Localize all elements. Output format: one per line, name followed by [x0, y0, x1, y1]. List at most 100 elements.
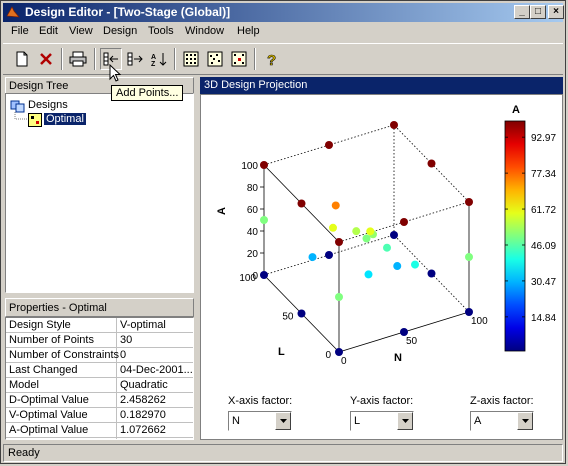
z-tick-label: 40: [247, 227, 259, 238]
doe-space-filling-icon[interactable]: [204, 48, 226, 70]
toolbar-separator: [174, 48, 176, 70]
data-point: [335, 238, 343, 246]
data-point: [465, 308, 473, 316]
data-point: [325, 251, 333, 259]
svg-text:Z: Z: [151, 61, 156, 67]
property-value: 04-Dec-2001...: [120, 364, 192, 376]
property-key: Number of Constraints: [9, 349, 120, 361]
menu-file[interactable]: File: [11, 25, 29, 37]
property-key: A-Optimal Value: [9, 424, 89, 436]
y-factor-select[interactable]: L: [350, 411, 414, 431]
table-row: V-Optimal Value 0.182970: [6, 408, 193, 423]
colorbar: A 92.97 77.34 61.72 46.09 30.47 14.84: [504, 104, 556, 352]
axis-ticks: 100806040200100500050100AL N: [216, 161, 488, 367]
data-point: [364, 270, 373, 279]
close-button[interactable]: ×: [548, 5, 564, 19]
data-point: [308, 253, 317, 262]
data-point: [383, 243, 391, 252]
chevron-down-icon[interactable]: [517, 412, 533, 430]
doe-optimal-icon[interactable]: [228, 48, 250, 70]
sort-icon[interactable]: AZ: [148, 48, 170, 70]
n-tick-label: 100: [471, 316, 488, 327]
colorbar-title: A: [512, 104, 520, 116]
property-key: Design Style: [9, 319, 71, 331]
table-row: Last Changed 04-Dec-2001...: [6, 363, 193, 378]
toolbar-separator: [61, 48, 63, 70]
z-axis-title: A: [216, 207, 228, 215]
menu-edit[interactable]: Edit: [39, 25, 58, 37]
data-point: [260, 216, 268, 224]
z-factor-label: Z-axis factor:: [470, 395, 534, 407]
data-point: [260, 271, 268, 279]
properties-table: Design Style V-optimal Number of Points 30…: [5, 317, 194, 440]
chevron-down-icon[interactable]: [275, 412, 291, 430]
matlab-logo-icon: [6, 6, 20, 18]
colorbar-tick-label: 14.84: [531, 313, 556, 324]
title-bar[interactable]: Design Editor - [Two-Stage (Global)] _ □…: [3, 3, 564, 22]
delete-icon[interactable]: [35, 48, 57, 70]
data-point: [297, 309, 306, 318]
property-value: V-optimal: [120, 319, 166, 331]
property-key: D-Optimal Value: [9, 394, 89, 406]
z-tick-label: 20: [247, 249, 259, 260]
x-factor-value: N: [232, 415, 240, 427]
n-tick-label: 0: [341, 356, 347, 367]
data-point: [331, 201, 340, 210]
data-point: [325, 141, 333, 149]
data-point: [465, 253, 473, 261]
n-axis-title: N: [394, 352, 402, 364]
z-tick-label: 80: [247, 183, 259, 194]
data-point: [427, 159, 436, 168]
delete-point-icon[interactable]: [124, 48, 146, 70]
colorbar-tick-label: 61.72: [531, 205, 556, 216]
help-icon[interactable]: ?: [260, 48, 282, 70]
minimize-button[interactable]: _: [514, 5, 530, 19]
menu-tools[interactable]: Tools: [148, 25, 174, 37]
property-key: Number of Points: [9, 334, 94, 346]
l-tick-label: 100: [239, 273, 256, 284]
svg-text:?: ?: [267, 52, 276, 67]
z-factor-value: A: [474, 415, 482, 427]
data-point: [260, 161, 268, 169]
status-bar: Ready: [3, 444, 563, 462]
data-point: [366, 227, 375, 236]
data-point: [335, 348, 343, 356]
menu-view[interactable]: View: [69, 25, 93, 37]
data-point: [400, 218, 408, 226]
new-design-icon[interactable]: [11, 48, 33, 70]
table-row: Design Style V-optimal: [6, 318, 193, 333]
print-icon[interactable]: [67, 48, 89, 70]
data-point: [393, 262, 402, 271]
property-value: 30: [120, 334, 133, 346]
table-row: Model Quadratic: [6, 378, 193, 393]
tree-item-optimal[interactable]: Optimal: [44, 113, 86, 125]
menu-design[interactable]: Design: [103, 25, 137, 37]
design-editor-window: Design Editor - [Two-Stage (Global)] _ □…: [0, 0, 566, 464]
z-factor-select[interactable]: A: [470, 411, 534, 431]
data-point: [329, 223, 337, 232]
x-factor-select[interactable]: N: [228, 411, 292, 431]
table-row: Number of Constraints 0: [6, 348, 193, 363]
n-tick-label: 50: [406, 336, 418, 347]
menu-window[interactable]: Window: [185, 25, 224, 37]
properties-header: Properties - Optimal: [5, 298, 194, 317]
data-point: [390, 121, 398, 129]
property-value: 0.182970: [120, 409, 166, 421]
maximize-button[interactable]: □: [530, 5, 546, 19]
data-point: [427, 269, 436, 278]
doe-full-factorial-icon[interactable]: [180, 48, 202, 70]
l-tick-label: 50: [282, 312, 294, 323]
table-row: D-Optimal Value 2.458262: [6, 393, 193, 408]
data-point: [390, 231, 398, 239]
tree-root-designs[interactable]: Designs: [28, 99, 68, 111]
chevron-down-icon[interactable]: [397, 412, 413, 430]
3d-scatter-plot[interactable]: 100806040200100500050100AL N A92.9777.346…: [201, 95, 562, 385]
z-tick-label: 100: [241, 161, 258, 172]
design-tree[interactable]: Designs Optimal: [5, 93, 194, 293]
menu-help[interactable]: Help: [237, 25, 260, 37]
y-factor-value: L: [354, 415, 361, 427]
window-title: Design Editor - [Two-Stage (Global)]: [25, 5, 231, 19]
data-point: [297, 199, 306, 208]
menu-bar: File Edit View Design Tools Window Help: [3, 23, 563, 41]
colorbar-tick-label: 46.09: [531, 241, 556, 252]
